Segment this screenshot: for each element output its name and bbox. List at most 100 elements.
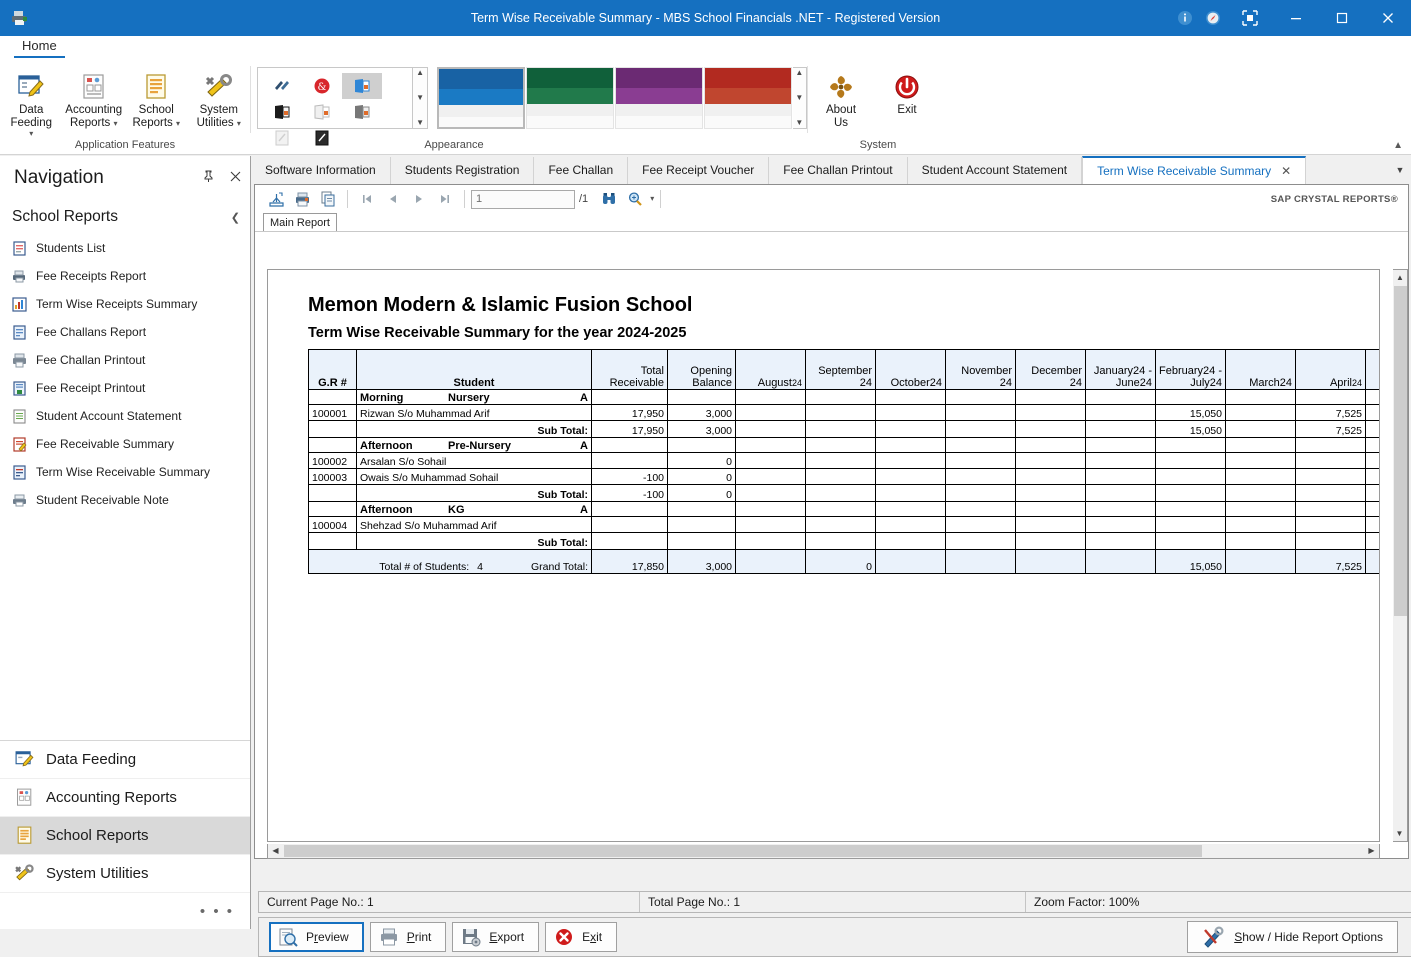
tab-students-registration[interactable]: Students Registration xyxy=(391,157,535,184)
sidebar-section-accounting-reports[interactable]: Accounting Reports xyxy=(0,779,250,817)
maximize-button[interactable] xyxy=(1319,0,1365,36)
subtotal-nov24 xyxy=(945,484,1016,502)
data-feeding-button[interactable]: Data Feeding ▾ xyxy=(0,64,63,138)
skin-white-icon[interactable] xyxy=(302,99,342,125)
close-icon[interactable] xyxy=(229,170,242,186)
compass-icon[interactable] xyxy=(1199,0,1227,36)
chevron-left-icon[interactable]: ◀ xyxy=(268,844,283,857)
skin-gallery-scrollbar[interactable]: ▲ ▼ ▼ xyxy=(413,67,428,129)
print-button[interactable]: Print xyxy=(369,922,447,952)
chevron-up-icon[interactable]: ▲ xyxy=(416,69,424,77)
skin-red-icon[interactable]: & xyxy=(302,73,342,99)
zoom-chevron-down-icon[interactable]: ▾ xyxy=(650,195,654,203)
about-us-button[interactable]: About Us xyxy=(808,64,874,130)
cell-feb24-jul24: 15,050 xyxy=(1155,404,1226,421)
gallery-expand-icon[interactable]: ▼ xyxy=(795,119,803,127)
accounting-reports-button[interactable]: Accounting Reports ▾ xyxy=(63,64,126,130)
chevron-down-icon[interactable]: ▾ xyxy=(176,119,180,128)
sidebar-item-fee-receipts-report[interactable]: Fee Receipts Report xyxy=(0,262,250,290)
sidebar-item-term-wise-receivable-summary[interactable]: Term Wise Receivable Summary xyxy=(0,458,250,486)
tab-term-wise-receivable-summary[interactable]: Term Wise Receivable Summary ✕ xyxy=(1082,156,1307,184)
export-icon[interactable] xyxy=(263,187,289,211)
sidebar-overflow-button[interactable]: • • • xyxy=(0,893,250,929)
next-page-icon[interactable] xyxy=(406,187,432,211)
fee-receivable-summary-icon xyxy=(12,436,36,452)
school-reports-button[interactable]: School Reports ▾ xyxy=(125,64,188,130)
show-hide-report-options-button[interactable]: Show / Hide Report Options xyxy=(1187,921,1398,953)
tab-software-information[interactable]: Software Information xyxy=(251,157,391,184)
skin-black-icon[interactable] xyxy=(262,99,302,125)
close-button[interactable] xyxy=(1365,0,1411,36)
report-vertical-scrollbar[interactable]: ▲ ▼ xyxy=(1393,269,1408,842)
theme-gallery-scrollbar[interactable]: ▲ ▼ ▼ xyxy=(792,67,808,129)
tab-student-account-statement[interactable]: Student Account Statement xyxy=(908,157,1083,184)
grand-total-sep24: 0 xyxy=(805,549,876,574)
export-button[interactable]: Export xyxy=(452,922,540,952)
cell-opening-balance xyxy=(667,516,736,533)
first-page-icon[interactable] xyxy=(354,187,380,211)
minimize-button[interactable] xyxy=(1273,0,1319,36)
sidebar-item-fee-receipt-printout[interactable]: Fee Receipt Printout xyxy=(0,374,250,402)
sidebar-item-students-list[interactable]: Students List xyxy=(0,234,250,262)
theme-purple[interactable] xyxy=(614,67,703,129)
main-report-tab[interactable]: Main Report xyxy=(263,213,337,232)
tab-fee-challan[interactable]: Fee Challan xyxy=(534,157,629,184)
ribbon-collapse-icon[interactable]: ▲ xyxy=(1393,140,1403,151)
preview-button[interactable]: Preview xyxy=(269,922,364,952)
chevron-down-icon[interactable]: ▼ xyxy=(416,94,424,102)
tab-fee-receipt-voucher[interactable]: Fee Receipt Voucher xyxy=(628,157,770,184)
sidebar-item-student-account-statement[interactable]: Student Account Statement xyxy=(0,402,250,430)
sidebar-section-data-feeding[interactable]: Data Feeding xyxy=(0,741,250,779)
skin-blue-icon[interactable] xyxy=(342,73,382,99)
subtotal-jan24-jun24 xyxy=(1085,420,1156,438)
theme-blue[interactable] xyxy=(436,67,525,129)
chevron-down-icon[interactable]: ▾ xyxy=(237,119,241,128)
close-icon[interactable]: ✕ xyxy=(1281,158,1291,184)
theme-green[interactable] xyxy=(525,67,614,129)
sidebar-item-fee-challans-report[interactable]: Fee Challans Report xyxy=(0,318,250,346)
theme-red[interactable] xyxy=(703,67,792,129)
skin-gallery[interactable]: & xyxy=(257,67,414,146)
chevron-down-icon[interactable]: ▾ xyxy=(29,130,33,138)
sidebar-section-school-reports[interactable]: School Reports xyxy=(0,817,250,855)
vertical-scroll-thumb[interactable] xyxy=(1394,286,1407,616)
chevron-right-icon[interactable]: ▶ xyxy=(1364,844,1379,857)
exit-button[interactable]: Exit xyxy=(545,922,618,952)
gallery-expand-icon[interactable]: ▼ xyxy=(416,119,424,127)
skin-default-icon[interactable] xyxy=(262,73,302,99)
chevron-down-icon[interactable]: ▼ xyxy=(1393,826,1406,841)
subtotal-nov24 xyxy=(945,420,1016,438)
chevron-up-icon[interactable]: ▲ xyxy=(1393,270,1407,285)
system-utilities-button[interactable]: System Utilities ▾ xyxy=(188,64,251,130)
tab-fee-challan-printout[interactable]: Fee Challan Printout xyxy=(769,157,908,184)
ribbon-tab-home[interactable]: Home xyxy=(14,36,65,58)
sidebar-item-student-receivable-note[interactable]: Student Receivable Note xyxy=(0,486,250,514)
chevron-left-icon[interactable]: ❮ xyxy=(231,211,240,224)
restore-layout-icon[interactable] xyxy=(1227,0,1273,36)
tab-overflow-chevron-down-icon[interactable]: ▼ xyxy=(1389,157,1411,184)
last-page-icon[interactable] xyxy=(432,187,458,211)
exit-button[interactable]: Exit xyxy=(874,64,940,117)
skin-gray-icon[interactable] xyxy=(342,99,382,125)
theme-gallery[interactable] xyxy=(436,67,792,129)
sidebar-item-fee-challan-printout[interactable]: Fee Challan Printout xyxy=(0,346,250,374)
chevron-down-icon[interactable]: ▾ xyxy=(113,119,117,128)
cell-aug24 xyxy=(735,452,806,469)
info-icon[interactable] xyxy=(1171,0,1199,36)
previous-page-icon[interactable] xyxy=(380,187,406,211)
report-horizontal-scrollbar[interactable]: ◀ ▶ xyxy=(267,844,1380,859)
print-icon[interactable] xyxy=(289,187,315,211)
pin-icon[interactable] xyxy=(202,170,215,186)
sidebar-item-term-wise-receipts-summary[interactable]: Term Wise Receipts Summary xyxy=(0,290,250,318)
sidebar-item-fee-receivable-summary[interactable]: Fee Receivable Summary xyxy=(0,430,250,458)
chevron-up-icon[interactable]: ▲ xyxy=(795,69,803,77)
horizontal-scroll-thumb[interactable] xyxy=(284,845,1202,857)
sidebar-section-system-utilities[interactable]: System Utilities xyxy=(0,855,250,893)
binoculars-search-icon[interactable] xyxy=(596,187,622,211)
col-header-total-receivable: Total Receivable xyxy=(591,349,668,390)
page-number-input[interactable] xyxy=(471,189,575,209)
copy-icon[interactable] xyxy=(315,187,341,211)
zoom-icon[interactable] xyxy=(622,187,648,211)
chevron-down-icon[interactable]: ▼ xyxy=(795,94,803,102)
cell-aug24 xyxy=(735,516,806,533)
